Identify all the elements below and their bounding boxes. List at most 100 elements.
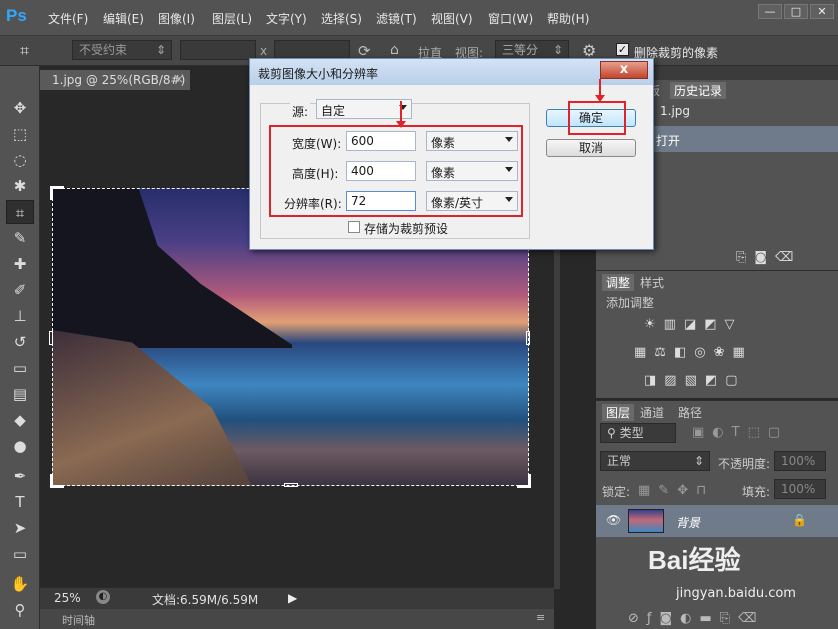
visibility-eye-icon[interactable]: 👁	[606, 513, 621, 527]
selective-color-icon[interactable]: ▢	[725, 373, 745, 388]
brush-tool-icon[interactable]: ✐	[6, 278, 34, 302]
tab-adjustments[interactable]: 调整	[602, 274, 635, 291]
path-select-tool-icon[interactable]: ➤	[6, 516, 34, 540]
tab-styles[interactable]: 样式	[640, 274, 664, 291]
layer-row-background[interactable]: 👁 背景 🔒	[596, 505, 838, 537]
straighten-icon[interactable]: ⌂	[390, 42, 399, 58]
marquee-tool-icon[interactable]: ⬚	[6, 122, 34, 146]
blur-tool-icon[interactable]: ◆	[6, 408, 34, 432]
menu-type[interactable]: 文字(Y)	[266, 10, 307, 27]
lasso-tool-icon[interactable]: ◌	[6, 148, 34, 172]
close-window-button[interactable]: ✕	[810, 4, 834, 19]
tab-history[interactable]: 历史记录	[670, 82, 727, 99]
shape-tool-icon[interactable]: ▭	[6, 542, 34, 566]
camera-icon[interactable]: ◙	[754, 250, 775, 265]
photo-filter-icon[interactable]: ◎	[694, 345, 713, 360]
curves-icon[interactable]: ◪	[684, 317, 704, 332]
menu-window[interactable]: 窗口(W)	[488, 10, 533, 27]
source-select[interactable]: 自定	[316, 99, 412, 119]
width-unit-select[interactable]: 像素	[426, 131, 518, 151]
color-lookup-icon[interactable]: ▦	[733, 345, 753, 360]
fx-icon[interactable]: ƒ	[647, 611, 660, 626]
layer-kind-filter[interactable]: ⚲ 类型	[600, 423, 676, 443]
minimize-button[interactable]: —	[758, 4, 782, 19]
height-input[interactable]: 400	[346, 161, 416, 181]
delete-layer-icon[interactable]: ⌫	[738, 611, 764, 626]
history-snapshot[interactable]: 1.jpg	[660, 104, 690, 118]
zoom-level[interactable]: 25%	[54, 591, 81, 605]
close-tab-icon[interactable]: ×	[174, 72, 184, 86]
menu-view[interactable]: 视图(V)	[431, 10, 473, 27]
adjustment-layer-icon[interactable]: ◐	[680, 611, 699, 626]
levels-icon[interactable]: ▥	[664, 317, 684, 332]
lock-all-icon[interactable]: ⊓	[696, 483, 714, 498]
hand-tool-icon[interactable]: ✋	[6, 572, 34, 596]
dialog-close-button[interactable]: x	[600, 61, 648, 79]
resolution-input[interactable]: 72	[346, 191, 416, 211]
threshold-icon[interactable]: ▧	[685, 373, 705, 388]
history-brush-tool-icon[interactable]: ↺	[6, 330, 34, 354]
stamp-tool-icon[interactable]: ⊥	[6, 304, 34, 328]
status-menu-arrow-icon[interactable]: ▶	[288, 591, 297, 605]
menu-layer[interactable]: 图层(L)	[212, 10, 252, 27]
gradient-map-icon[interactable]: ◩	[705, 373, 725, 388]
crop-width-input[interactable]	[180, 40, 256, 60]
exposure-icon[interactable]: ◩	[704, 317, 724, 332]
overlay-view-select[interactable]: 三等分 ⇕	[495, 40, 569, 60]
height-unit-select[interactable]: 像素	[426, 161, 518, 181]
balance-icon[interactable]: ⚖	[654, 345, 674, 360]
new-layer-icon[interactable]: ⎘	[720, 611, 738, 626]
hue-icon[interactable]: ▦	[634, 345, 654, 360]
text-filter-icon[interactable]: T	[732, 425, 748, 440]
menu-filter[interactable]: 滤镜(T)	[376, 10, 417, 27]
dodge-tool-icon[interactable]: ●	[6, 434, 34, 458]
crop-handle-left[interactable]	[49, 331, 53, 345]
crop-height-input[interactable]	[274, 40, 350, 60]
opacity-input[interactable]: 100%	[774, 451, 826, 471]
delete-cropped-checkbox[interactable]: ✓	[616, 43, 629, 56]
adjust-filter-icon[interactable]: ◐	[712, 425, 731, 440]
brightness-icon[interactable]: ☀	[644, 317, 664, 332]
tab-paths[interactable]: 路径	[678, 404, 702, 421]
blend-mode-select[interactable]: 正常 ⇕	[600, 451, 710, 471]
pixel-filter-icon[interactable]: ▣	[692, 425, 712, 440]
menu-help[interactable]: 帮助(H)	[547, 10, 589, 27]
invert-icon[interactable]: ◨	[644, 373, 664, 388]
timeline-bar[interactable]: 时间轴 ≡	[40, 609, 554, 629]
menu-edit[interactable]: 编辑(E)	[103, 10, 144, 27]
maximize-button[interactable]: □	[784, 4, 808, 19]
crop-handle-right[interactable]	[526, 331, 530, 345]
lock-move-icon[interactable]: ✥	[677, 483, 696, 498]
width-input[interactable]: 600	[346, 131, 416, 151]
magic-wand-tool-icon[interactable]: ✱	[6, 174, 34, 198]
fill-input[interactable]: 100%	[774, 479, 826, 499]
new-document-icon[interactable]: ⎘	[736, 250, 754, 265]
vibrance-icon[interactable]: ▽	[725, 317, 743, 332]
zoom-tool-icon[interactable]: ⚲	[6, 598, 34, 622]
bw-icon[interactable]: ◧	[674, 345, 694, 360]
crop-tool-icon[interactable]: ⌗	[6, 200, 34, 224]
cancel-button[interactable]: 取消	[546, 139, 636, 157]
move-tool-icon[interactable]: ✥	[6, 96, 34, 120]
tab-channels[interactable]: 通道	[640, 404, 664, 421]
menu-file[interactable]: 文件(F)	[48, 10, 88, 27]
type-tool-icon[interactable]: T	[6, 490, 34, 514]
mask-icon[interactable]: ◙	[659, 611, 680, 626]
document-tab[interactable]: 1.jpg @ 25%(RGB/8#) ×	[40, 70, 190, 90]
crop-preset-select[interactable]: 不受约束 ⇕	[72, 40, 172, 60]
menu-image[interactable]: 图像(I)	[158, 10, 195, 27]
menu-select[interactable]: 选择(S)	[321, 10, 362, 27]
link-layers-icon[interactable]: ⊘	[628, 611, 647, 626]
timeline-menu-icon[interactable]: ≡	[536, 611, 545, 624]
eyedropper-tool-icon[interactable]: ✎	[6, 226, 34, 250]
crop-handle-bottom-right[interactable]	[517, 474, 531, 488]
crop-handle-top-left[interactable]	[50, 186, 64, 200]
gradient-tool-icon[interactable]: ▤	[6, 382, 34, 406]
group-folder-icon[interactable]: ▬	[699, 611, 719, 626]
eraser-tool-icon[interactable]: ▭	[6, 356, 34, 380]
resolution-unit-select[interactable]: 像素/英寸	[426, 191, 518, 211]
crop-handle-bottom-left[interactable]	[50, 474, 64, 488]
smart-filter-icon[interactable]: ▢	[768, 425, 788, 440]
crop-handle-bottom[interactable]	[284, 483, 298, 487]
lock-brush-icon[interactable]: ✎	[658, 483, 677, 498]
